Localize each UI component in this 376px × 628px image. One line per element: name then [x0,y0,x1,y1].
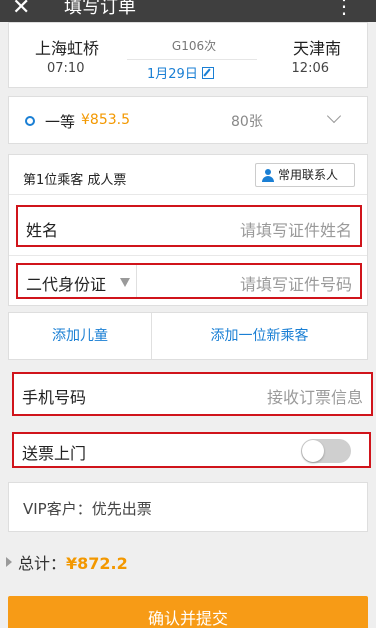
travel-date-label: 1月29日 [147,67,198,82]
chevron-down-icon[interactable] [326,108,342,124]
submit-button[interactable]: 确认并提交 [8,596,368,628]
total-summary[interactable]: 总计：¥872.2 [6,550,128,574]
vip-card: VIP客户：优先出票 [8,482,368,532]
id-number-input[interactable]: 请填写证件号码 [240,271,352,295]
travel-date[interactable]: 1月29日 [147,63,214,82]
app-bar: ✕ 填写订单 ⋮ [0,0,376,22]
seat-selector[interactable]: 一等 ¥853.5 80张 [8,96,368,144]
passenger-title: 第1位乘客 成人票 [23,173,127,188]
delivery-label: 送票上门 [22,444,87,463]
total-amount: ¥872.2 [66,554,128,573]
id-field[interactable]: 二代身份证 请填写证件号码 [16,263,362,299]
seat-price: ¥853.5 [81,112,130,128]
divider [136,265,137,297]
page-title: 填写订单 [64,0,136,18]
phone-label: 手机号码 [22,388,87,407]
seat-class: 一等 [45,113,76,131]
add-child-button[interactable]: 添加儿童 [9,313,151,359]
name-label: 姓名 [26,221,59,240]
expand-arrow-icon[interactable] [6,557,12,567]
frequent-contacts-button[interactable]: 常用联系人 [255,163,355,187]
arrival-time: 12:06 [291,61,329,76]
close-icon[interactable]: ✕ [12,0,30,22]
route-line [127,59,257,60]
id-type-select[interactable]: 二代身份证 [26,271,106,295]
delivery-field: 送票上门 [12,432,371,468]
name-field[interactable]: 姓名 请填写证件姓名 [16,205,362,247]
vip-text: VIP客户：优先出票 [23,500,152,518]
frequent-contacts-label: 常用联系人 [278,168,339,182]
add-adult-button[interactable]: 添加一位新乘客 [152,313,367,359]
edit-icon[interactable] [201,67,214,79]
trip-summary: 上海虹桥 07:10 G106次 1月29日 天津南 12:06 [8,22,368,88]
name-input[interactable]: 请填写证件姓名 [240,217,352,241]
phone-field[interactable]: 手机号码 接收订票信息 [12,372,373,416]
total-label: 总计： [18,554,67,573]
toggle-knob [302,440,324,462]
ticket-count: 80张 [231,114,263,130]
delivery-toggle[interactable] [301,439,351,463]
add-passenger-row: 添加儿童 添加一位新乘客 [8,312,368,360]
more-icon[interactable]: ⋮ [334,0,354,20]
divider [9,255,367,256]
from-station: 上海虹桥 [35,39,100,58]
dropdown-triangle-icon[interactable] [120,278,130,287]
seat-radio-icon[interactable] [25,116,35,126]
departure-time: 07:10 [47,61,85,76]
person-icon [262,169,274,182]
train-number: G106次 [171,39,217,53]
to-station: 天津南 [292,39,341,58]
divider [9,194,367,195]
phone-input[interactable]: 接收订票信息 [267,384,363,408]
